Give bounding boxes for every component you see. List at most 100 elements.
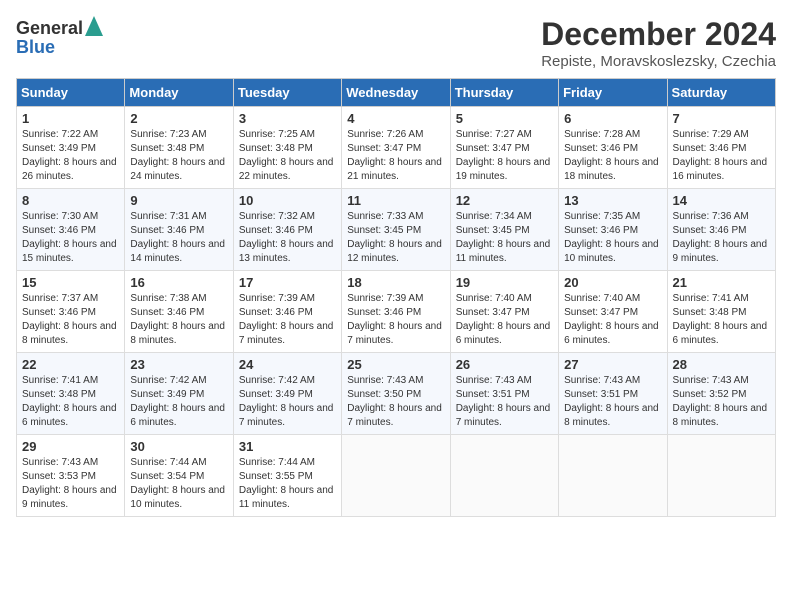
calendar-cell: 6 Sunrise: 7:28 AM Sunset: 3:46 PM Dayli…: [559, 107, 667, 189]
day-number: 4: [347, 111, 444, 126]
calendar-cell: 1 Sunrise: 7:22 AM Sunset: 3:49 PM Dayli…: [17, 107, 125, 189]
calendar-header-row: SundayMondayTuesdayWednesdayThursdayFrid…: [17, 79, 776, 107]
cell-content: Sunrise: 7:31 AM Sunset: 3:46 PM Dayligh…: [130, 210, 227, 266]
calendar-cell: 2 Sunrise: 7:23 AM Sunset: 3:48 PM Dayli…: [125, 107, 233, 189]
calendar-cell: 18 Sunrise: 7:39 AM Sunset: 3:46 PM Dayl…: [342, 271, 450, 353]
cell-content: Sunrise: 7:43 AM Sunset: 3:51 PM Dayligh…: [564, 374, 661, 430]
calendar-week-4: 22 Sunrise: 7:41 AM Sunset: 3:48 PM Dayl…: [17, 353, 776, 435]
calendar-cell: 24 Sunrise: 7:42 AM Sunset: 3:49 PM Dayl…: [233, 353, 341, 435]
calendar-cell: 8 Sunrise: 7:30 AM Sunset: 3:46 PM Dayli…: [17, 189, 125, 271]
calendar-cell: [667, 435, 775, 517]
day-number: 12: [456, 193, 553, 208]
calendar-cell: 14 Sunrise: 7:36 AM Sunset: 3:46 PM Dayl…: [667, 189, 775, 271]
calendar-cell: 16 Sunrise: 7:38 AM Sunset: 3:46 PM Dayl…: [125, 271, 233, 353]
calendar-cell: 7 Sunrise: 7:29 AM Sunset: 3:46 PM Dayli…: [667, 107, 775, 189]
day-number: 22: [22, 357, 119, 372]
cell-content: Sunrise: 7:23 AM Sunset: 3:48 PM Dayligh…: [130, 128, 227, 184]
calendar-body: 1 Sunrise: 7:22 AM Sunset: 3:49 PM Dayli…: [17, 107, 776, 517]
cell-content: Sunrise: 7:44 AM Sunset: 3:54 PM Dayligh…: [130, 456, 227, 512]
calendar-cell: 9 Sunrise: 7:31 AM Sunset: 3:46 PM Dayli…: [125, 189, 233, 271]
calendar-cell: 26 Sunrise: 7:43 AM Sunset: 3:51 PM Dayl…: [450, 353, 558, 435]
cell-content: Sunrise: 7:43 AM Sunset: 3:53 PM Dayligh…: [22, 456, 119, 512]
cell-content: Sunrise: 7:43 AM Sunset: 3:51 PM Dayligh…: [456, 374, 553, 430]
day-number: 17: [239, 275, 336, 290]
calendar-cell: 23 Sunrise: 7:42 AM Sunset: 3:49 PM Dayl…: [125, 353, 233, 435]
cell-content: Sunrise: 7:25 AM Sunset: 3:48 PM Dayligh…: [239, 128, 336, 184]
cell-content: Sunrise: 7:39 AM Sunset: 3:46 PM Dayligh…: [239, 292, 336, 348]
calendar-cell: 4 Sunrise: 7:26 AM Sunset: 3:47 PM Dayli…: [342, 107, 450, 189]
cell-content: Sunrise: 7:43 AM Sunset: 3:52 PM Dayligh…: [673, 374, 770, 430]
day-number: 31: [239, 439, 336, 454]
day-number: 24: [239, 357, 336, 372]
day-number: 7: [673, 111, 770, 126]
cell-content: Sunrise: 7:41 AM Sunset: 3:48 PM Dayligh…: [22, 374, 119, 430]
day-number: 10: [239, 193, 336, 208]
logo-general: General: [16, 18, 83, 39]
day-number: 16: [130, 275, 227, 290]
day-number: 5: [456, 111, 553, 126]
cell-content: Sunrise: 7:39 AM Sunset: 3:46 PM Dayligh…: [347, 292, 444, 348]
cell-content: Sunrise: 7:32 AM Sunset: 3:46 PM Dayligh…: [239, 210, 336, 266]
cell-content: Sunrise: 7:34 AM Sunset: 3:45 PM Dayligh…: [456, 210, 553, 266]
calendar-cell: 15 Sunrise: 7:37 AM Sunset: 3:46 PM Dayl…: [17, 271, 125, 353]
calendar-cell: [450, 435, 558, 517]
calendar-cell: 22 Sunrise: 7:41 AM Sunset: 3:48 PM Dayl…: [17, 353, 125, 435]
logo-blue: Blue: [16, 37, 55, 58]
cell-content: Sunrise: 7:42 AM Sunset: 3:49 PM Dayligh…: [130, 374, 227, 430]
day-number: 15: [22, 275, 119, 290]
calendar-week-2: 8 Sunrise: 7:30 AM Sunset: 3:46 PM Dayli…: [17, 189, 776, 271]
cell-content: Sunrise: 7:38 AM Sunset: 3:46 PM Dayligh…: [130, 292, 227, 348]
title-area: December 2024 Repiste, Moravskoslezsky, …: [541, 16, 776, 70]
calendar-cell: 19 Sunrise: 7:40 AM Sunset: 3:47 PM Dayl…: [450, 271, 558, 353]
cell-content: Sunrise: 7:29 AM Sunset: 3:46 PM Dayligh…: [673, 128, 770, 184]
day-number: 9: [130, 193, 227, 208]
cell-content: Sunrise: 7:28 AM Sunset: 3:46 PM Dayligh…: [564, 128, 661, 184]
day-number: 27: [564, 357, 661, 372]
column-header-friday: Friday: [559, 79, 667, 107]
calendar-cell: 21 Sunrise: 7:41 AM Sunset: 3:48 PM Dayl…: [667, 271, 775, 353]
day-number: 13: [564, 193, 661, 208]
calendar-cell: 29 Sunrise: 7:43 AM Sunset: 3:53 PM Dayl…: [17, 435, 125, 517]
calendar-cell: [342, 435, 450, 517]
day-number: 28: [673, 357, 770, 372]
calendar-cell: 10 Sunrise: 7:32 AM Sunset: 3:46 PM Dayl…: [233, 189, 341, 271]
day-number: 20: [564, 275, 661, 290]
header: General Blue December 2024 Repiste, Mora…: [16, 16, 776, 70]
cell-content: Sunrise: 7:43 AM Sunset: 3:50 PM Dayligh…: [347, 374, 444, 430]
cell-content: Sunrise: 7:26 AM Sunset: 3:47 PM Dayligh…: [347, 128, 444, 184]
cell-content: Sunrise: 7:36 AM Sunset: 3:46 PM Dayligh…: [673, 210, 770, 266]
calendar-cell: 27 Sunrise: 7:43 AM Sunset: 3:51 PM Dayl…: [559, 353, 667, 435]
cell-content: Sunrise: 7:44 AM Sunset: 3:55 PM Dayligh…: [239, 456, 336, 512]
month-title: December 2024: [541, 16, 776, 53]
day-number: 21: [673, 275, 770, 290]
calendar-cell: 30 Sunrise: 7:44 AM Sunset: 3:54 PM Dayl…: [125, 435, 233, 517]
day-number: 29: [22, 439, 119, 454]
logo: General Blue: [16, 16, 103, 58]
cell-content: Sunrise: 7:30 AM Sunset: 3:46 PM Dayligh…: [22, 210, 119, 266]
calendar-cell: 13 Sunrise: 7:35 AM Sunset: 3:46 PM Dayl…: [559, 189, 667, 271]
day-number: 30: [130, 439, 227, 454]
day-number: 11: [347, 193, 444, 208]
calendar-table: SundayMondayTuesdayWednesdayThursdayFrid…: [16, 78, 776, 517]
day-number: 19: [456, 275, 553, 290]
day-number: 25: [347, 357, 444, 372]
calendar-cell: 25 Sunrise: 7:43 AM Sunset: 3:50 PM Dayl…: [342, 353, 450, 435]
cell-content: Sunrise: 7:27 AM Sunset: 3:47 PM Dayligh…: [456, 128, 553, 184]
cell-content: Sunrise: 7:40 AM Sunset: 3:47 PM Dayligh…: [564, 292, 661, 348]
cell-content: Sunrise: 7:33 AM Sunset: 3:45 PM Dayligh…: [347, 210, 444, 266]
column-header-wednesday: Wednesday: [342, 79, 450, 107]
calendar-cell: 11 Sunrise: 7:33 AM Sunset: 3:45 PM Dayl…: [342, 189, 450, 271]
day-number: 1: [22, 111, 119, 126]
column-header-monday: Monday: [125, 79, 233, 107]
day-number: 18: [347, 275, 444, 290]
cell-content: Sunrise: 7:42 AM Sunset: 3:49 PM Dayligh…: [239, 374, 336, 430]
calendar-week-3: 15 Sunrise: 7:37 AM Sunset: 3:46 PM Dayl…: [17, 271, 776, 353]
calendar-cell: 5 Sunrise: 7:27 AM Sunset: 3:47 PM Dayli…: [450, 107, 558, 189]
calendar-cell: 31 Sunrise: 7:44 AM Sunset: 3:55 PM Dayl…: [233, 435, 341, 517]
cell-content: Sunrise: 7:37 AM Sunset: 3:46 PM Dayligh…: [22, 292, 119, 348]
day-number: 3: [239, 111, 336, 126]
calendar-week-5: 29 Sunrise: 7:43 AM Sunset: 3:53 PM Dayl…: [17, 435, 776, 517]
day-number: 26: [456, 357, 553, 372]
day-number: 23: [130, 357, 227, 372]
column-header-tuesday: Tuesday: [233, 79, 341, 107]
